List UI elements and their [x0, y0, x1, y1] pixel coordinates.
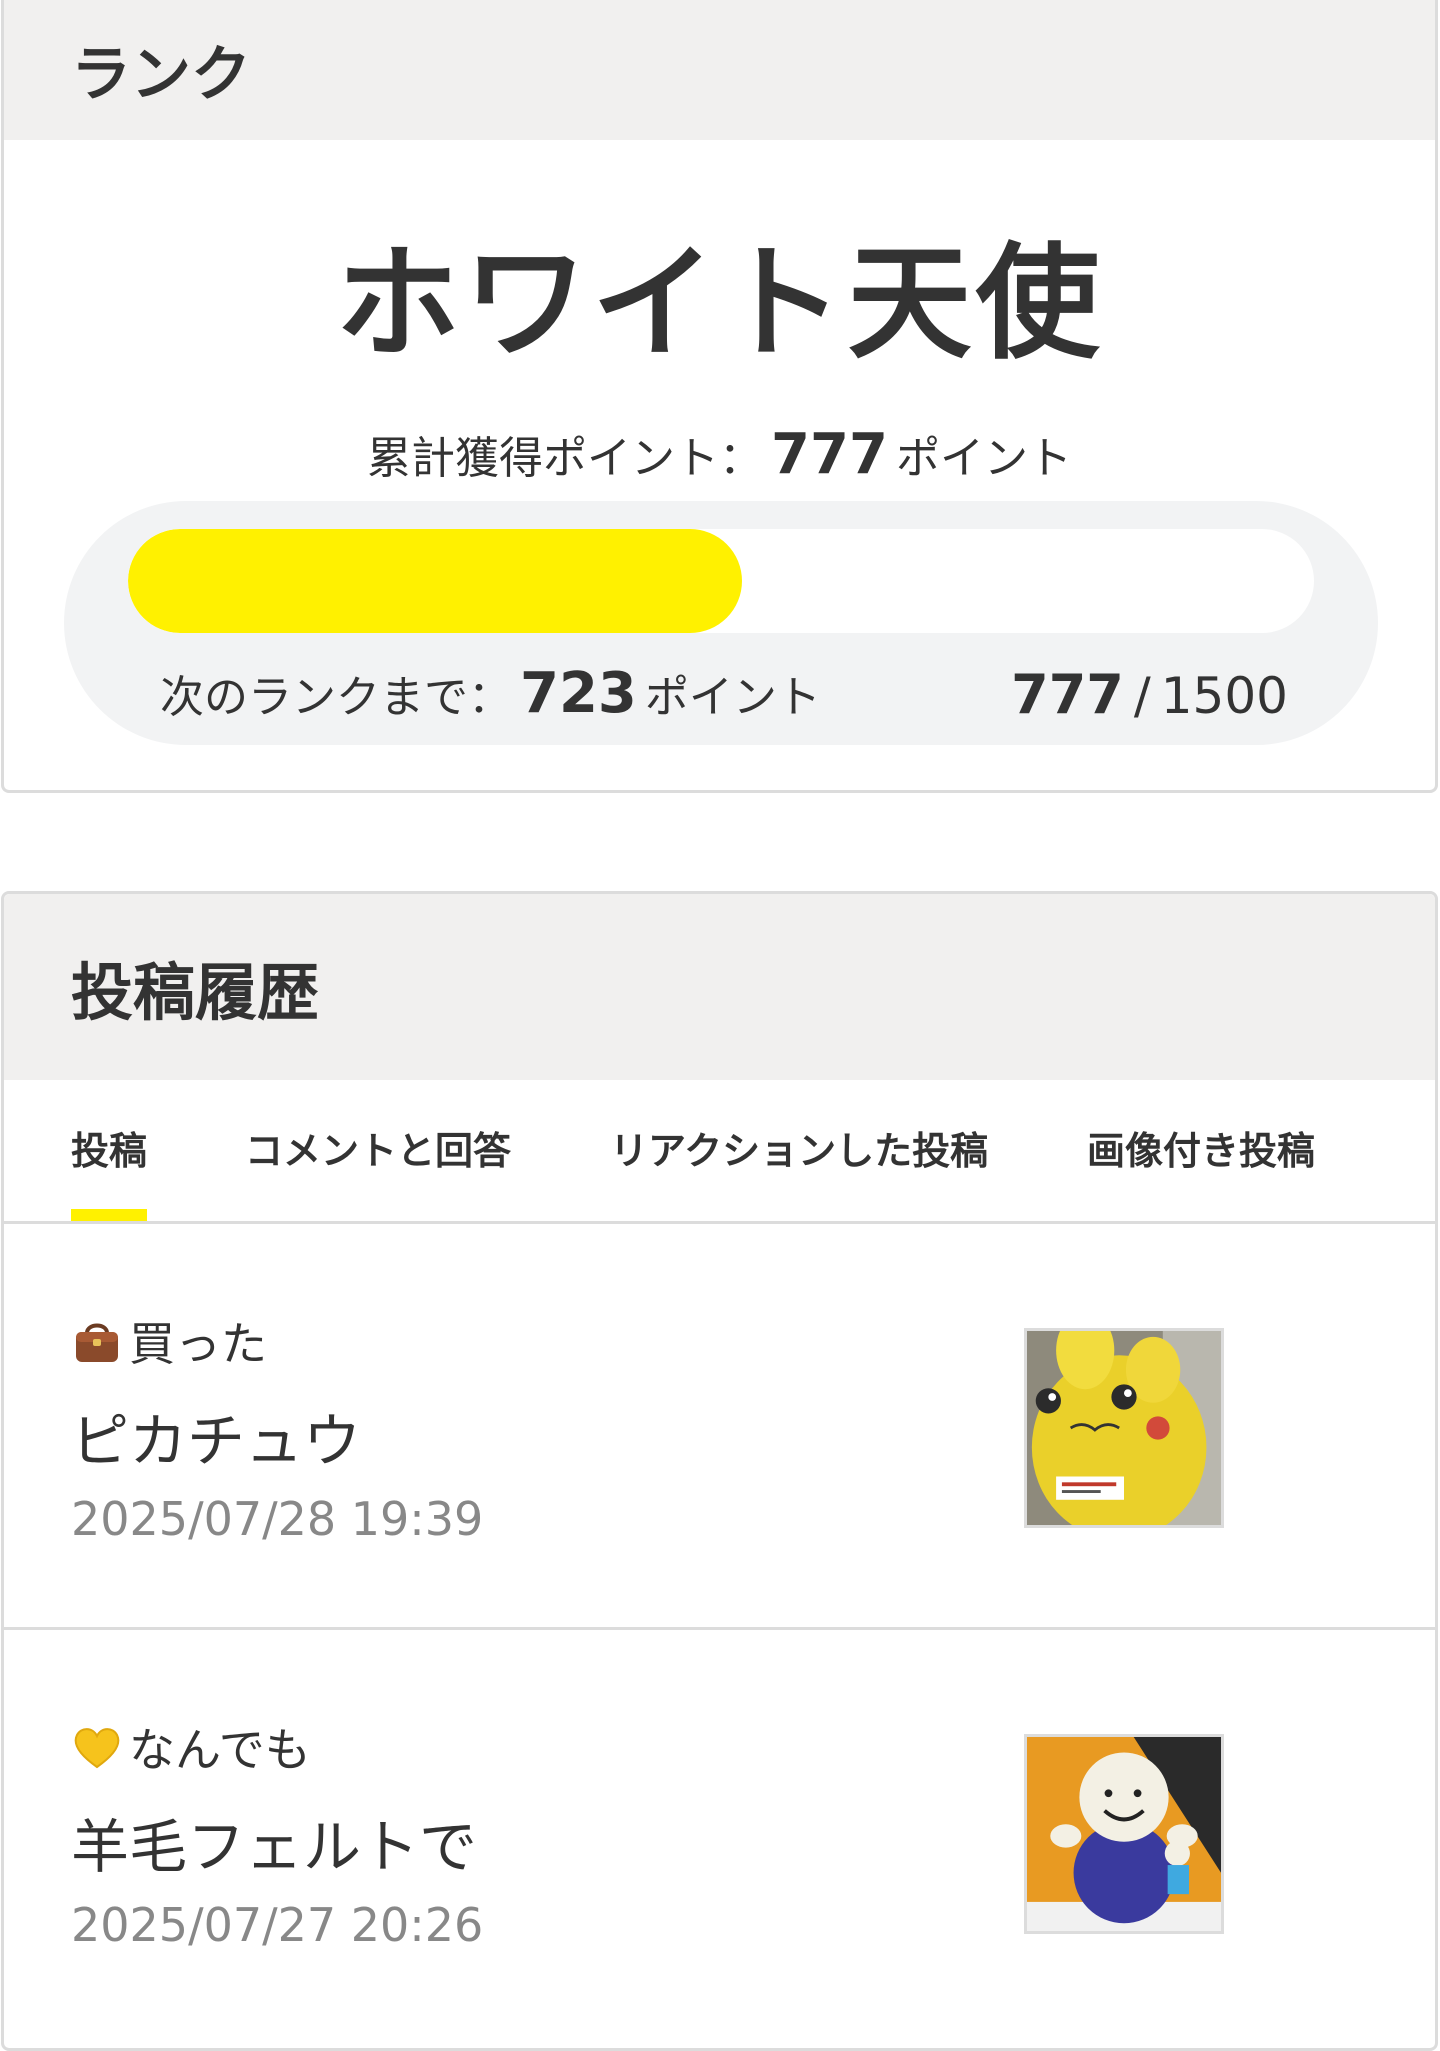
next-rank-unit: ポイント [644, 672, 821, 723]
progress-current: 777 [1011, 663, 1124, 726]
progress-max: 1500 [1160, 667, 1288, 725]
next-rank-line: 次のランクまで： 723 ポイント [160, 661, 821, 726]
total-points-unit: ポイント [895, 433, 1072, 484]
rank-name: ホワイト天使 [335, 232, 1104, 376]
post-history-tabs: 投稿 コメントと回答 リアクションした投稿 画像付き投稿 [4, 1080, 1435, 1224]
post-category-label: 買った [129, 1317, 267, 1371]
total-points-value: 777 [771, 422, 888, 487]
total-points-label: 累計獲得ポイント： [367, 433, 764, 484]
handbag-icon [71, 1315, 123, 1367]
rank-heading: ランク [4, 0, 1435, 140]
tab-reacted-posts[interactable]: リアクションした投稿 [610, 1080, 988, 1221]
post-history-heading: 投稿履歴 [4, 894, 1435, 1080]
post-history-card: 投稿履歴 投稿 コメントと回答 リアクションした投稿 画像付き投稿 買った ピカ… [1, 891, 1438, 2051]
next-rank-label: 次のランクまで： [160, 672, 512, 723]
post-date: 2025/07/27 20:26 [71, 1898, 484, 1952]
progress-separator: / [1133, 667, 1151, 725]
rank-progress-panel: 次のランクまで： 723 ポイント 777/1500 [64, 501, 1378, 745]
rank-card: ランク ホワイト天使 累計獲得ポイント： 777 ポイント 次のランクまで： 723 ポ… [1, 0, 1438, 793]
post-category-label: なんでも [129, 1723, 311, 1777]
post-title: ピカチュウ [71, 1407, 362, 1475]
post-thumbnail[interactable] [1024, 1734, 1224, 1934]
post-date: 2025/07/28 19:39 [71, 1492, 484, 1546]
total-points-line: 累計獲得ポイント： 777 ポイント [4, 422, 1435, 487]
post-category: 買った [71, 1308, 267, 1374]
post-item[interactable]: 買った ピカチュウ 2025/07/28 19:39 [4, 1224, 1435, 1630]
next-rank-points: 723 [520, 661, 637, 726]
tab-comments-answers[interactable]: コメントと回答 [245, 1080, 511, 1221]
post-item[interactable]: なんでも 羊毛フェルトで 2025/07/27 20:26 [4, 1630, 1435, 2036]
post-category: なんでも [71, 1714, 311, 1780]
progress-ratio: 777/1500 [1011, 663, 1288, 726]
tab-image-posts[interactable]: 画像付き投稿 [1087, 1080, 1315, 1221]
post-title: 羊毛フェルトで [71, 1813, 478, 1881]
post-thumbnail[interactable] [1024, 1328, 1224, 1528]
progress-fill [128, 529, 743, 633]
yellow-heart-icon [71, 1721, 123, 1773]
tab-posts[interactable]: 投稿 [71, 1080, 148, 1221]
progress-track [128, 529, 1314, 633]
